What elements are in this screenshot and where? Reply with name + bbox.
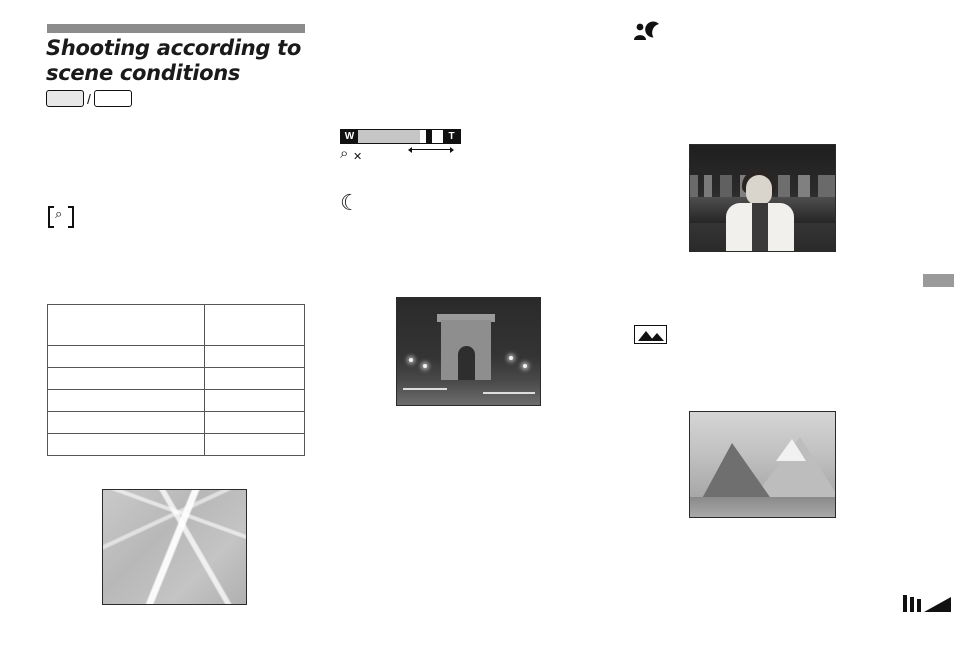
photo-content xyxy=(690,145,835,251)
street-lamp xyxy=(423,364,427,368)
twilight-portrait-icon xyxy=(632,20,662,42)
zoom-tele-label: T xyxy=(443,130,460,143)
subject-body xyxy=(726,203,794,251)
table-cell xyxy=(203,433,305,456)
photo-content xyxy=(397,298,540,405)
landscape-icon xyxy=(634,325,667,344)
table-cell xyxy=(203,389,305,412)
landscape-mountain-photo xyxy=(689,411,836,518)
photo-content xyxy=(103,490,246,604)
bracket-right xyxy=(68,206,74,228)
close-icon: ✕ xyxy=(353,150,363,163)
twilight-monument-photo xyxy=(396,297,541,406)
table-cell xyxy=(47,367,205,390)
twilight-portrait-glyph xyxy=(634,21,659,40)
mode-indicator-row: / xyxy=(46,90,132,107)
table-cell xyxy=(47,304,205,346)
leaf-veins-graphic xyxy=(103,490,246,604)
twilight-moon-icon: ☾ xyxy=(340,190,360,215)
table-row xyxy=(47,367,305,390)
table-cell xyxy=(47,389,205,412)
zoom-scale-bar: W T xyxy=(340,129,461,144)
night-scene-graphic xyxy=(397,298,540,405)
zoom-wide-label: W xyxy=(341,130,358,143)
zoom-range-arrow xyxy=(408,146,454,154)
page-title-line-2: scene conditions xyxy=(46,61,241,85)
landscape-glyph xyxy=(638,331,664,341)
table-cell xyxy=(47,433,205,456)
valley-floor xyxy=(690,497,835,517)
mode-separator: / xyxy=(87,90,91,107)
street-lamp xyxy=(523,364,527,368)
magnifier-glyph: ⌕ xyxy=(340,144,349,162)
page-tab-marker xyxy=(923,274,954,287)
mode-chip-auto xyxy=(46,90,84,107)
table-row xyxy=(47,304,305,346)
arrow-line xyxy=(411,149,451,150)
zoom-fill xyxy=(358,130,420,143)
mountain-scene-graphic xyxy=(690,412,835,517)
street-lamp xyxy=(409,358,413,362)
monument-arch xyxy=(441,320,491,380)
subject-head xyxy=(746,175,772,205)
magnifier-glyph: ⌕ xyxy=(55,207,63,222)
page-corner-marker xyxy=(903,595,951,615)
table-cell xyxy=(203,345,305,368)
photo-content xyxy=(690,412,835,517)
mode-chip-program xyxy=(93,90,132,107)
title-rule xyxy=(47,24,305,33)
zoom-marker xyxy=(426,130,432,143)
twilight-portrait-photo xyxy=(689,144,836,252)
street-lamp xyxy=(509,356,513,360)
table-row xyxy=(47,433,305,456)
corner-marker-glyph xyxy=(903,595,951,612)
table-row xyxy=(47,411,305,434)
table-row xyxy=(47,345,305,368)
table-cell xyxy=(203,304,305,346)
spec-table xyxy=(47,304,305,456)
light-streak xyxy=(483,392,535,394)
table-cell xyxy=(47,345,205,368)
table-cell xyxy=(203,367,305,390)
table-row xyxy=(47,389,305,412)
bracket-left xyxy=(48,206,54,228)
arrow-head-right xyxy=(450,146,454,153)
zoom-track xyxy=(358,130,443,143)
magnifier-icon: ⌕ xyxy=(48,206,74,228)
portrait-scene-graphic xyxy=(690,145,835,251)
table-cell xyxy=(203,411,305,434)
page-title-line-1: Shooting according to xyxy=(46,36,302,60)
macro-leaf-photo xyxy=(102,489,247,605)
table-cell xyxy=(47,411,205,434)
magnifier-close-icon: ⌕ ✕ xyxy=(340,144,370,164)
light-streak xyxy=(403,388,447,390)
page-title: Shooting according to scene conditions xyxy=(46,36,346,86)
